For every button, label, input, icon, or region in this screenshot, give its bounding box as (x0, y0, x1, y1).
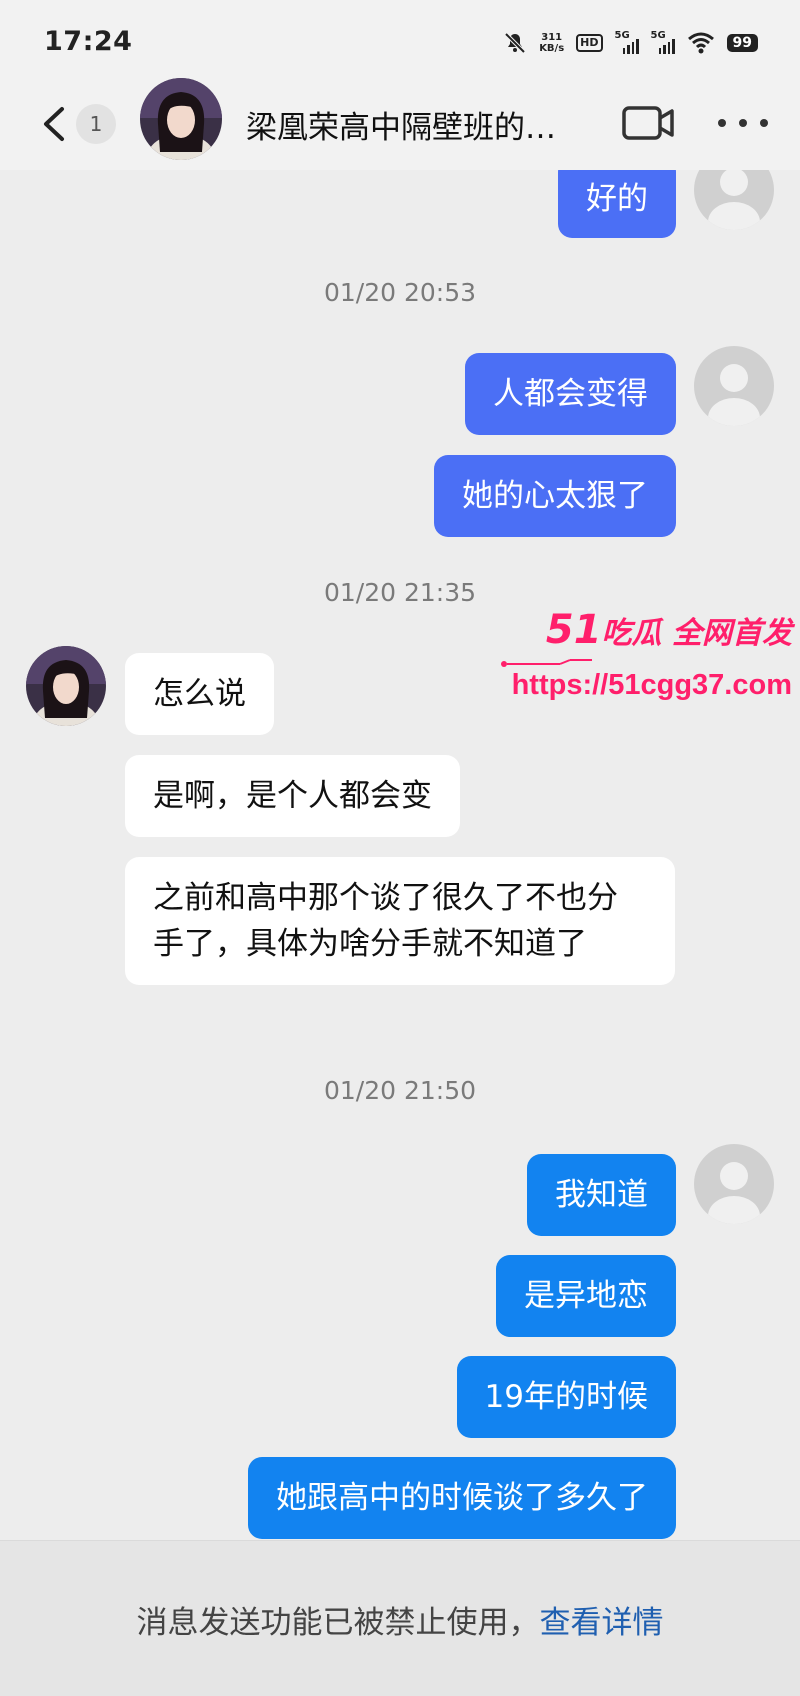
watermark-number: 51 (545, 607, 602, 653)
chevron-left-icon (44, 107, 64, 141)
watermark-url: https://51cgg37.com (511, 669, 792, 701)
timestamp: 01/20 21:35 (323, 578, 477, 607)
hd-badge: HD (576, 34, 603, 52)
battery-level: 99 (726, 34, 758, 52)
speed-unit: KB/s (539, 43, 565, 54)
wifi-icon (687, 32, 714, 54)
input-disabled-bar: 消息发送功能已被禁止使用，查看详情 (0, 1540, 800, 1696)
back-button[interactable]: 1 (36, 100, 136, 148)
view-details-link[interactable]: 查看详情 (540, 1605, 664, 1641)
status-time: 17:24 (44, 26, 133, 57)
video-call-button[interactable] (620, 100, 676, 146)
timestamp: 01/20 20:53 (323, 278, 477, 307)
contact-avatar[interactable] (140, 78, 222, 160)
my-avatar[interactable] (694, 1144, 774, 1224)
message-list[interactable]: 好的 01/20 20:53 人都会变得 她的心太狠了 01/20 21:35 … (0, 170, 800, 1540)
disabled-notice: 消息发送功能已被禁止使用，查看详情 (0, 1597, 800, 1642)
contact-message-avatar[interactable] (26, 646, 106, 726)
outgoing-message[interactable]: 19年的时候 (456, 1356, 676, 1438)
outgoing-message[interactable]: 是异地恋 (496, 1255, 676, 1337)
speed-value: 311 (541, 32, 563, 43)
network-speed: 311 KB/s (539, 32, 564, 54)
watermark-brand-text: 吃瓜 全网首发 (601, 616, 792, 651)
chat-header: 1 梁凰荣高中隔壁班的… (0, 78, 800, 170)
watermark-brand: 51吃瓜 全网首发 (546, 607, 792, 653)
network-type-label: 5G (650, 30, 666, 41)
incoming-message[interactable]: 之前和高中那个谈了很久了不也分手了，具体为啥分手就不知道了 (125, 857, 675, 985)
chat-title: 梁凰荣高中隔壁班的… (246, 110, 556, 146)
timestamp: 01/20 21:50 (323, 1076, 477, 1105)
network-type-label: 5G (614, 30, 630, 41)
incoming-message[interactable]: 怎么说 (125, 653, 274, 735)
circuit-line-icon (501, 659, 592, 667)
outgoing-message[interactable]: 好的 (558, 170, 676, 238)
signal-5g-icon-2: 5G (650, 30, 675, 54)
status-icons: 311 KB/s HD 5G 5G 99 (503, 30, 758, 56)
my-avatar[interactable] (694, 346, 774, 426)
site-watermark: 51吃瓜 全网首发 https://51cgg37.com (498, 607, 798, 717)
video-camera-icon (622, 106, 674, 140)
status-bar: 17:24 311 KB/s HD 5G 5G 99 (0, 0, 800, 78)
outgoing-message[interactable]: 人都会变得 (465, 353, 676, 435)
my-avatar[interactable] (694, 170, 774, 230)
incoming-message[interactable]: 是啊，是个人都会变 (125, 755, 460, 837)
outgoing-message[interactable]: 她跟高中的时候谈了多久了 (248, 1457, 676, 1539)
signal-5g-icon-1: 5G (614, 30, 639, 54)
unread-count-badge: 1 (76, 104, 116, 144)
disabled-notice-text: 消息发送功能已被禁止使用， (136, 1605, 540, 1641)
mute-bell-icon (504, 32, 526, 54)
more-options-button[interactable] (710, 100, 776, 146)
more-dots-icon (718, 119, 768, 127)
outgoing-message[interactable]: 我知道 (527, 1154, 676, 1236)
outgoing-message[interactable]: 她的心太狠了 (434, 455, 676, 537)
